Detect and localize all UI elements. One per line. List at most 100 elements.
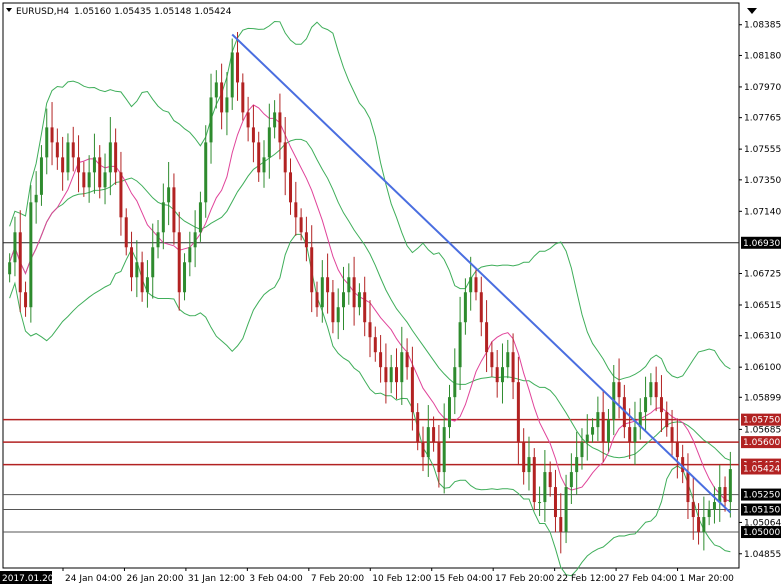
- bear-candle: [723, 487, 727, 503]
- x-tick-label: 10 Feb 12:00: [372, 574, 431, 584]
- x-tick-label: 26 Jan 20:00: [126, 574, 183, 584]
- bull-candle: [214, 82, 218, 98]
- bear-candle: [24, 292, 28, 308]
- x-tick-label: 22 Feb 12:00: [557, 574, 616, 584]
- bull-candle: [453, 367, 457, 398]
- bear-candle: [495, 367, 499, 383]
- bear-candle: [686, 472, 690, 503]
- bull-candle: [718, 487, 722, 503]
- bull-candle: [389, 367, 393, 383]
- bear-candle: [421, 442, 425, 458]
- chart-shift-icon[interactable]: [747, 8, 757, 14]
- bear-candle: [511, 352, 515, 383]
- bull-candle: [204, 142, 208, 203]
- bull-candle: [447, 397, 451, 428]
- bull-candle: [463, 292, 467, 323]
- bear-candle: [172, 187, 176, 233]
- price-chart[interactable]: 1.069301.057501.056001.054501.052501.051…: [0, 0, 782, 587]
- bear-candle: [659, 397, 663, 413]
- bull-candle: [273, 112, 277, 128]
- bear-candle: [82, 172, 86, 188]
- bull-candle: [151, 247, 155, 278]
- price-axis: 1.069301.057501.056001.054501.052501.051…: [739, 21, 781, 560]
- bear-candle: [61, 157, 65, 173]
- bear-candle: [241, 82, 245, 113]
- bear-candle: [532, 457, 536, 503]
- bear-candle: [384, 367, 388, 383]
- bear-candle: [18, 232, 22, 293]
- bear-candle: [617, 382, 621, 398]
- bull-candle: [230, 52, 234, 98]
- bull-candle: [267, 127, 271, 158]
- bear-candle: [363, 292, 367, 323]
- bull-candle: [357, 292, 361, 308]
- symbol-label: EURUSD,H4: [16, 7, 69, 17]
- bear-candle: [71, 142, 75, 158]
- plot-area: [2, 2, 740, 569]
- bull-candle: [543, 472, 547, 503]
- ohlc-label: 1.05160 1.05435 1.05148 1.05424: [74, 7, 232, 17]
- shift-marker: [747, 8, 757, 14]
- bear-candle: [236, 52, 240, 83]
- level-price-label: 1.05750: [743, 416, 780, 426]
- y-tick-label: 1.07765: [744, 114, 781, 124]
- bull-candle: [198, 202, 202, 233]
- bull-candle: [262, 157, 266, 173]
- bull-candle: [135, 262, 139, 278]
- bull-candle: [469, 277, 473, 293]
- bull-candle: [596, 412, 600, 428]
- bull-candle: [193, 232, 197, 248]
- bear-candle: [119, 172, 123, 218]
- bear-candle: [77, 157, 81, 173]
- bull-candle: [103, 172, 107, 188]
- bear-candle: [670, 427, 674, 443]
- bull-candle: [569, 472, 573, 488]
- bear-candle: [140, 262, 144, 293]
- bear-candle: [331, 292, 335, 323]
- y-tick-label: 1.06515: [744, 301, 781, 311]
- y-tick-label: 1.06310: [744, 332, 781, 342]
- bear-candle: [114, 142, 118, 173]
- bull-candle: [527, 457, 531, 473]
- bear-candle: [326, 277, 330, 293]
- y-tick-label: 1.07555: [744, 145, 781, 155]
- bear-candle: [474, 277, 478, 293]
- bull-candle: [225, 97, 229, 113]
- y-tick-label: 1.07140: [744, 207, 781, 217]
- bull-candle: [45, 127, 49, 158]
- bull-candle: [336, 307, 340, 323]
- bull-candle: [66, 142, 70, 173]
- bull-candle: [161, 202, 165, 233]
- bull-candle: [585, 434, 589, 443]
- y-tick-label: 1.08385: [744, 21, 781, 31]
- bull-candle: [580, 442, 584, 458]
- bear-candle: [294, 202, 298, 218]
- bear-candle: [654, 382, 658, 398]
- bear-candle: [310, 247, 314, 293]
- bull-candle: [34, 194, 38, 203]
- bear-candle: [410, 367, 414, 413]
- bull-candle: [342, 292, 346, 308]
- bear-candle: [278, 112, 282, 143]
- x-tick-label: 1 Mar 20:00: [680, 574, 735, 584]
- bear-candle: [516, 382, 520, 443]
- x-tick-label: 24 Jan 04:00: [65, 574, 122, 584]
- bear-candle: [55, 142, 59, 158]
- bull-candle: [500, 367, 504, 383]
- bear-candle: [283, 142, 287, 173]
- bear-candle: [405, 352, 409, 368]
- x-tick-label: 27 Feb 04:00: [618, 574, 677, 584]
- bear-candle: [98, 157, 102, 188]
- bull-candle: [458, 322, 462, 368]
- bull-candle: [702, 517, 706, 533]
- bull-candle: [591, 427, 595, 435]
- bear-candle: [628, 427, 632, 443]
- y-tick-label: 1.06100: [744, 363, 781, 373]
- level-price-label: 1.06930: [743, 239, 780, 249]
- bear-candle: [437, 442, 441, 473]
- current-price-label: 1.05424: [743, 464, 780, 474]
- level-price-label: 1.05000: [743, 528, 780, 538]
- x-tick-label: 7 Feb 20:00: [311, 574, 365, 584]
- bull-candle: [183, 262, 187, 293]
- bear-candle: [490, 352, 494, 368]
